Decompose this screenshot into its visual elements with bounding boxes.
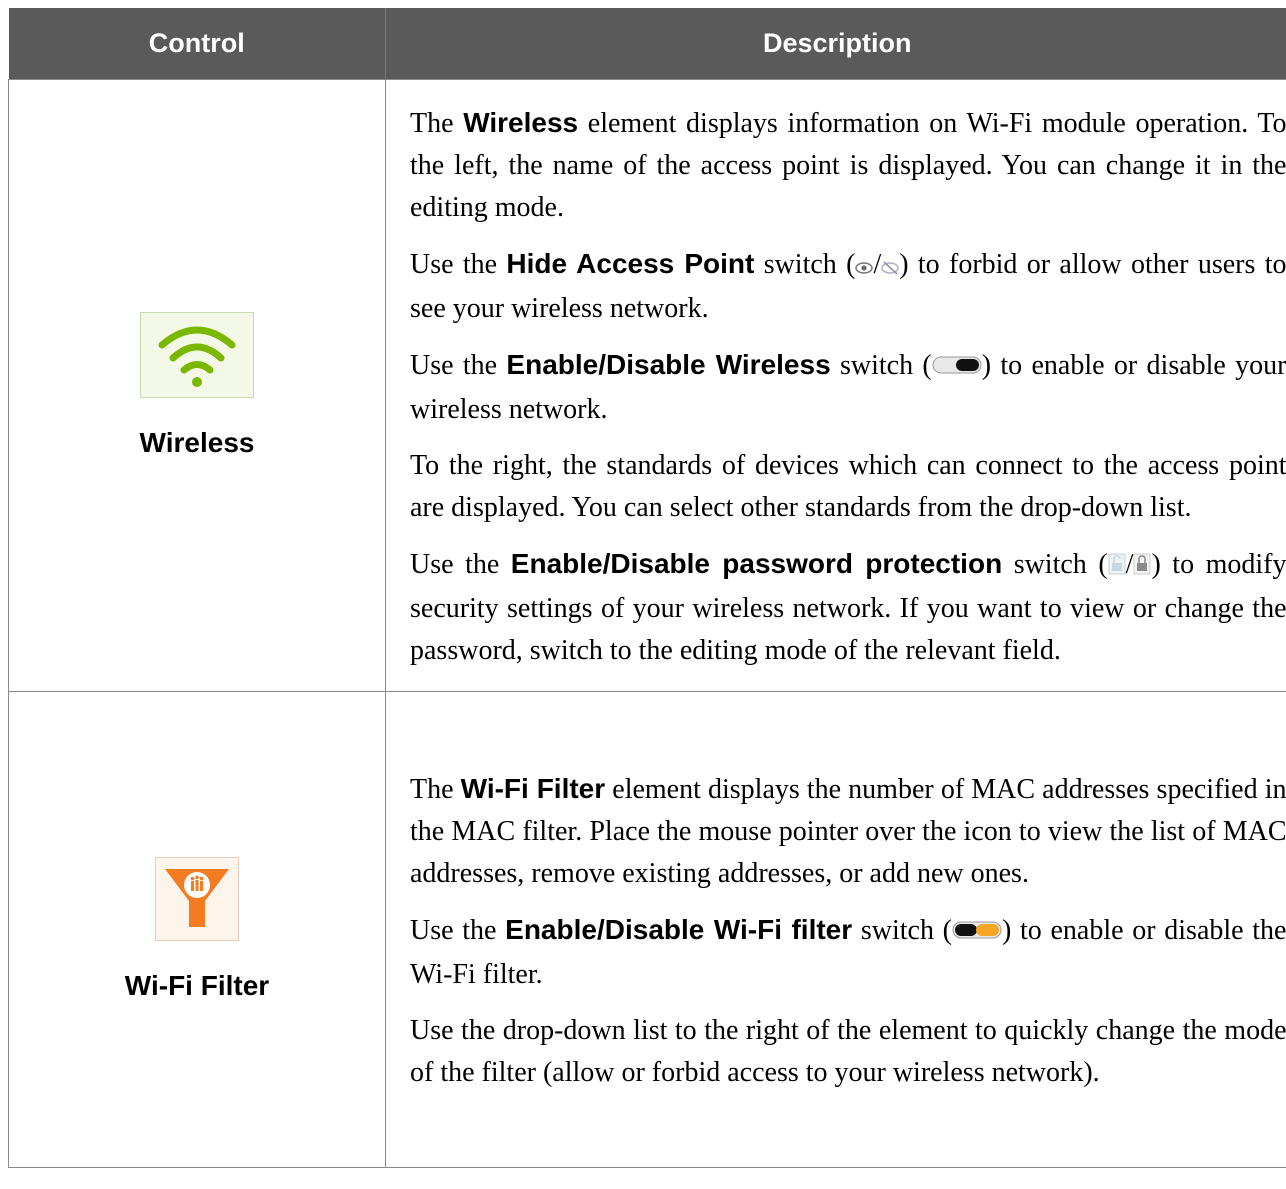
eye-crossed-icon <box>881 246 899 288</box>
paragraph: The Wi-Fi Filter element displays the nu… <box>410 772 1286 889</box>
paragraph: Use the Enable/Disable password protecti… <box>410 546 1286 666</box>
table-row-wireless: Wireless The Wireless element displays i… <box>8 79 1286 692</box>
wifi-filter-icon <box>155 857 239 946</box>
table-row-wifi-filter: Wi-Fi Filter The Wi-Fi Filter element di… <box>8 691 1286 1168</box>
control-cell-wireless: Wireless <box>8 79 386 692</box>
description-cell-wireless: The Wireless element displays informatio… <box>385 79 1286 692</box>
toggle-switch-icon <box>932 347 982 389</box>
paragraph: Use the Hide Access Point switch (/) to … <box>410 246 1286 324</box>
paragraph: To the right, the standards of devices w… <box>410 449 1286 523</box>
wifi-icon <box>140 312 254 403</box>
paragraph: Use the drop-down list to the right of t… <box>410 1014 1286 1088</box>
lock-closed-icon <box>1133 546 1151 588</box>
description-cell-wifi-filter: The Wi-Fi Filter element displays the nu… <box>385 691 1286 1168</box>
paragraph: Use the Enable/Disable Wi-Fi filter swit… <box>410 912 1286 990</box>
toggle-switch-orange-icon <box>952 912 1002 954</box>
control-cell-wifi-filter: Wi-Fi Filter <box>8 691 386 1168</box>
controls-table: Control Description Wireless The Wireles… <box>8 8 1286 1168</box>
header-description: Description <box>385 8 1286 80</box>
header-control: Control <box>8 8 386 80</box>
control-label-wireless: Wireless <box>139 427 255 458</box>
eye-icon <box>855 246 874 288</box>
control-label-wifi-filter: Wi-Fi Filter <box>124 970 270 1001</box>
paragraph: Use the Enable/Disable Wireless switch (… <box>410 347 1286 425</box>
table-header-row: Control Description <box>8 8 1286 80</box>
paragraph: The Wireless element displays informatio… <box>410 106 1286 223</box>
lock-open-icon <box>1108 546 1126 588</box>
